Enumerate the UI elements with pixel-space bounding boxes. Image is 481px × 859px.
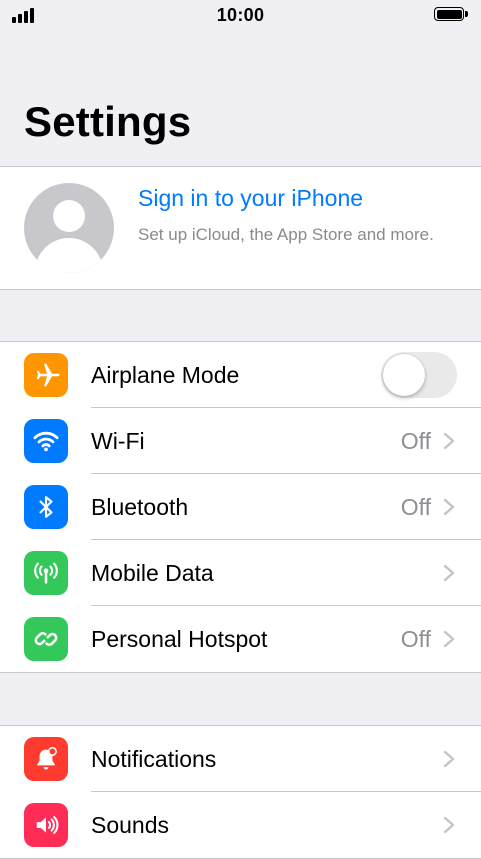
chevron-right-icon: [443, 630, 455, 648]
avatar-icon: [24, 183, 114, 273]
status-time: 10:00: [216, 5, 265, 25]
airplane-mode-toggle[interactable]: [381, 352, 457, 398]
page-title: Settings: [24, 98, 192, 145]
airplane-mode-label: Airplane Mode: [91, 362, 240, 388]
wifi-status: Off: [400, 428, 431, 454]
settings-row-notifications[interactable]: Notifications: [0, 726, 481, 792]
mobile-data-label: Mobile Data: [91, 560, 214, 586]
antenna-icon: [24, 551, 68, 595]
notifications-label: Notifications: [91, 746, 217, 772]
bluetooth-label: Bluetooth: [91, 494, 189, 520]
wifi-label: Wi-Fi: [91, 428, 145, 454]
personal-hotspot-status: Off: [400, 626, 431, 652]
sign-in-title: Sign in to your iPhone: [138, 185, 364, 211]
chevron-right-icon: [443, 498, 455, 516]
apple-id-sign-in-row[interactable]: Sign in to your iPhone Set up iCloud, th…: [0, 166, 481, 290]
settings-row-mobile-data[interactable]: Mobile Data: [0, 540, 481, 606]
settings-row-wifi[interactable]: Wi-Fi Off: [0, 408, 481, 474]
speaker-icon: [24, 803, 68, 847]
toggle-knob: [383, 354, 425, 396]
bluetooth-status: Off: [400, 494, 431, 520]
personal-hotspot-label: Personal Hotspot: [91, 626, 268, 652]
bluetooth-icon: [24, 485, 68, 529]
settings-row-sounds[interactable]: Sounds: [0, 792, 481, 858]
sign-in-subtitle: Set up iCloud, the App Store and more.: [138, 225, 434, 244]
chevron-right-icon: [443, 750, 455, 768]
airplane-icon: [24, 353, 68, 397]
chevron-right-icon: [443, 564, 455, 582]
settings-row-bluetooth[interactable]: Bluetooth Off: [0, 474, 481, 540]
battery-icon: [434, 7, 471, 23]
hotspot-icon: [24, 617, 68, 661]
settings-row-personal-hotspot[interactable]: Personal Hotspot Off: [0, 606, 481, 672]
status-bar: 10:00: [0, 0, 481, 32]
alerts-group: Notifications Sounds: [0, 725, 481, 859]
sounds-label: Sounds: [91, 812, 170, 838]
wifi-icon: [24, 419, 68, 463]
settings-row-airplane-mode: Airplane Mode: [0, 342, 481, 408]
chevron-right-icon: [443, 816, 455, 834]
connectivity-group: Airplane Mode Wi-Fi Off Bluetooth Off Mo…: [0, 341, 481, 673]
bell-icon: [24, 737, 68, 781]
chevron-right-icon: [443, 432, 455, 450]
